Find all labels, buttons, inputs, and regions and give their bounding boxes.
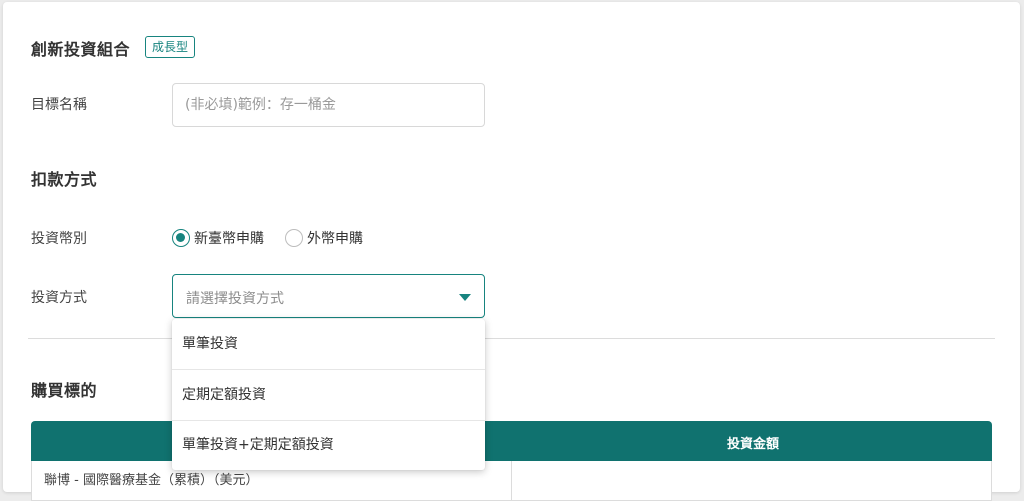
radio-checked-icon bbox=[172, 229, 190, 247]
purchase-section-title: 購買標的 bbox=[31, 381, 98, 400]
method-dropdown-menu: 單筆投資 定期定額投資 單筆投資+定期定額投資 bbox=[172, 319, 485, 470]
method-label: 投資方式 bbox=[31, 290, 87, 306]
method-select[interactable]: 請選擇投資方式 bbox=[172, 274, 485, 318]
method-select-placeholder: 請選擇投資方式 bbox=[186, 291, 284, 307]
currency-label: 投資幣別 bbox=[31, 231, 87, 247]
radio-twd-label: 新臺幣申購 bbox=[194, 231, 264, 247]
column-separator bbox=[511, 461, 512, 501]
goal-name-input[interactable] bbox=[172, 83, 485, 127]
amount-column-header: 投資金額 bbox=[727, 437, 780, 452]
radio-foreign[interactable]: 外幣申購 bbox=[285, 227, 363, 249]
menu-item-regular[interactable]: 定期定額投資 bbox=[172, 370, 485, 420]
payment-section-title: 扣款方式 bbox=[31, 170, 98, 189]
menu-item-combined[interactable]: 單筆投資+定期定額投資 bbox=[172, 420, 485, 470]
risk-badge: 成長型 bbox=[145, 36, 196, 58]
form-card: 創新投資組合 成長型 目標名稱 扣款方式 投資幣別 新臺幣申購 外幣申購 投資方… bbox=[3, 2, 1020, 501]
radio-twd[interactable]: 新臺幣申購 bbox=[172, 227, 264, 249]
radio-foreign-label: 外幣申購 bbox=[307, 231, 363, 247]
goal-name-label: 目標名稱 bbox=[31, 97, 87, 113]
menu-item-lump-sum[interactable]: 單筆投資 bbox=[172, 319, 485, 369]
caret-down-icon bbox=[459, 294, 471, 301]
portfolio-title: 創新投資組合 bbox=[31, 40, 131, 59]
radio-unchecked-icon bbox=[285, 229, 303, 247]
